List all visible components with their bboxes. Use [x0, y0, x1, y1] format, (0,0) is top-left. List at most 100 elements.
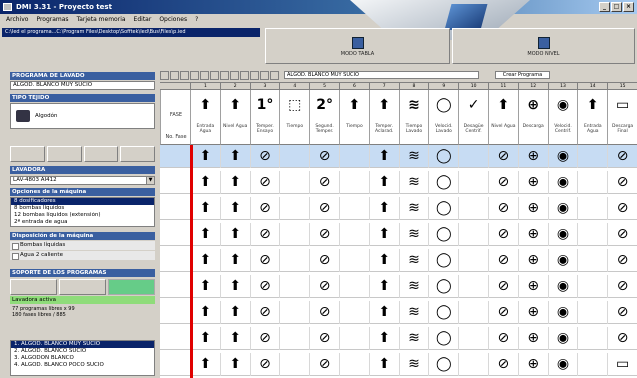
tool-button[interactable]	[180, 70, 189, 80]
column-header[interactable]: ⬚ Tiempo	[279, 90, 310, 145]
phase-cell-icon[interactable]: ⬆	[219, 301, 250, 324]
phase-cell-icon[interactable]: ⬆	[368, 353, 399, 376]
phase-cell-icon[interactable]: ⬆	[368, 249, 399, 272]
phase-cell-icon[interactable]: ◉	[547, 301, 578, 324]
phase-cell-icon[interactable]	[339, 327, 369, 350]
phase-cell-icon[interactable]: ⊕	[517, 353, 548, 376]
phase-cell-icon[interactable]: ⊘	[607, 249, 637, 272]
phase-cell-icon[interactable]	[339, 301, 369, 324]
column-header[interactable]: ▭ Descarga Final	[607, 90, 637, 145]
phase-cell-icon[interactable]: ⬆	[368, 301, 399, 324]
phase-cell-icon[interactable]	[577, 327, 607, 350]
phase-cell-icon[interactable]: ⊘	[249, 171, 280, 194]
phase-cell-icon[interactable]	[458, 223, 488, 246]
phase-cell-icon[interactable]	[279, 353, 309, 376]
phase-cell-icon[interactable]: ⬆	[190, 353, 220, 376]
phase-cell-icon[interactable]: ⊘	[607, 171, 637, 194]
column-header[interactable]: ⊕ Descarga	[517, 90, 548, 145]
column-header[interactable]: ⬆ Temper. Aclarad.	[368, 90, 399, 145]
phase-cell-icon[interactable]: ⬆	[219, 327, 250, 350]
tool-button[interactable]	[170, 70, 179, 80]
phase-cell-icon[interactable]: ≋	[398, 197, 429, 220]
phase-cell-icon[interactable]: ⊘	[488, 197, 518, 220]
phase-cell-icon[interactable]	[577, 275, 607, 298]
phase-row[interactable]: ⬆ ⬆ ⊘ ⊘ ⬆ ≋ ◯ ⊘ ⊕ ◉ ⊘	[160, 249, 637, 272]
phase-cell-icon[interactable]: ≋	[398, 275, 429, 298]
phase-row[interactable]: ⬆ ⬆ ⊘ ⊘ ⬆ ≋ ◯ ⊘ ⊕ ◉ ⊘	[160, 145, 637, 168]
program-list[interactable]: 1. ALGOD. BLANCO MUY SUCIO 2. ALGOD. BLA…	[10, 340, 155, 376]
phase-cell-icon[interactable]: ⊘	[488, 223, 518, 246]
chevron-down-icon[interactable]: ▼	[146, 177, 154, 184]
phase-cell-icon[interactable]: ⬆	[190, 327, 220, 350]
phase-cell-icon[interactable]: ◯	[428, 223, 458, 246]
pumps-checkbox[interactable]: Bombas líquidas	[10, 241, 155, 250]
tool-button[interactable]	[270, 70, 279, 80]
phase-cell-icon[interactable]: ⊘	[309, 353, 339, 376]
phase-cell-icon[interactable]: ⬆	[219, 197, 250, 220]
tool-button[interactable]	[210, 70, 219, 80]
menu-tarjeta[interactable]: Tarjeta memoria	[77, 14, 126, 26]
phase-cell-icon[interactable]: ⬆	[368, 145, 399, 168]
phase-cell-icon[interactable]	[279, 171, 309, 194]
phase-cell-icon[interactable]: ⬆	[368, 171, 399, 194]
phase-cell-icon[interactable]	[458, 275, 488, 298]
phase-cell-icon[interactable]	[458, 249, 488, 272]
phase-row[interactable]: ⬆ ⬆ ⊘ ⊘ ⬆ ≋ ◯ ⊘ ⊕ ◉ ⊘	[160, 223, 637, 246]
tool-button[interactable]	[250, 70, 259, 80]
phase-cell-icon[interactable]	[577, 171, 607, 194]
phase-row[interactable]: ⬆ ⬆ ⊘ ⊘ ⬆ ≋ ◯ ⊘ ⊕ ◉ ⊘	[160, 275, 637, 298]
close-button[interactable]: ×	[623, 2, 634, 12]
phase-cell-icon[interactable]	[339, 353, 369, 376]
machine-options-list[interactable]: 8 dosificadores 8 bombas líquidos 12 bom…	[10, 197, 155, 227]
phase-cell-icon[interactable]: ⊘	[249, 145, 280, 168]
phase-cell-icon[interactable]: ⊕	[517, 327, 548, 350]
phase-cell-icon[interactable]: ⬆	[368, 197, 399, 220]
phase-cell-icon[interactable]: ◉	[547, 223, 578, 246]
phase-cell-icon[interactable]	[577, 145, 607, 168]
phase-cell-icon[interactable]: ⬆	[368, 223, 399, 246]
phase-cell-icon[interactable]	[339, 275, 369, 298]
path-bar[interactable]: C:\Ied el programa...C:\Program Files\De…	[2, 28, 260, 37]
menu-archivo[interactable]: Archivo	[6, 14, 28, 26]
phase-cell-icon[interactable]: ≋	[398, 145, 429, 168]
program-list-item[interactable]: 1. ALGOD. BLANCO MUY SUCIO	[11, 341, 154, 348]
column-header[interactable]: ◉ Velocid. Centrif.	[547, 90, 578, 145]
phase-cell-icon[interactable]: ⊘	[607, 275, 637, 298]
phase-cell-icon[interactable]	[339, 171, 369, 194]
action-button-4[interactable]	[120, 146, 155, 162]
phase-cell-icon[interactable]	[577, 249, 607, 272]
phase-cell-icon[interactable]: ⊘	[249, 197, 280, 220]
phase-cell-icon[interactable]: ⊘	[488, 301, 518, 324]
phase-row[interactable]: ⬆ ⬆ ⊘ ⊘ ⬆ ≋ ◯ ⊘ ⊕ ◉ ⊘	[160, 197, 637, 220]
phase-cell-icon[interactable]: ⬆	[190, 197, 220, 220]
phase-cell-icon[interactable]: ⬆	[219, 275, 250, 298]
action-button-1[interactable]	[10, 146, 45, 162]
support-button-3[interactable]	[108, 279, 155, 295]
phase-cell-icon[interactable]: ⬆	[368, 327, 399, 350]
tool-button[interactable]	[260, 70, 269, 80]
phase-cell-icon[interactable]: ⊕	[517, 249, 548, 272]
phase-cell-icon[interactable]: ◯	[428, 197, 458, 220]
washer-select[interactable]: LAV-4803 AI412 ▼	[10, 176, 155, 185]
column-header[interactable]: ⬆ Entrada Agua	[577, 90, 608, 145]
phase-cell-icon[interactable]: ⊘	[309, 301, 339, 324]
phase-cell-icon[interactable]: ⊘	[249, 301, 280, 324]
tool-button[interactable]	[220, 70, 229, 80]
table-mode-button[interactable]: MODO TABLA	[265, 28, 450, 64]
phase-cell-icon[interactable]: ◯	[428, 145, 458, 168]
tool-button[interactable]	[200, 70, 209, 80]
phase-cell-icon[interactable]: ⊕	[517, 145, 548, 168]
phase-cell-icon[interactable]	[577, 301, 607, 324]
machine-option[interactable]: 12 bombas líquidos (extensión)	[11, 212, 154, 219]
phase-cell-icon[interactable]: ≋	[398, 249, 429, 272]
minimize-button[interactable]: _	[599, 2, 610, 12]
phase-cell-icon[interactable]: ⊘	[309, 327, 339, 350]
column-header[interactable]: 2° Segund. Temper.	[309, 90, 339, 145]
phase-cell-icon[interactable]	[279, 301, 309, 324]
phase-row[interactable]: ⬆ ⬆ ⊘ ⊘ ⬆ ≋ ◯ ⊘ ⊕ ◉ ⊘	[160, 171, 637, 194]
support-button-2[interactable]	[59, 279, 106, 295]
phase-cell-icon[interactable]: ◯	[428, 171, 458, 194]
program-list-item[interactable]: 2. ALGOD. BLANCO SUCIO	[11, 348, 154, 355]
phase-cell-icon[interactable]	[458, 145, 488, 168]
column-header[interactable]: ≋ Tiempo Lavado	[398, 90, 429, 145]
